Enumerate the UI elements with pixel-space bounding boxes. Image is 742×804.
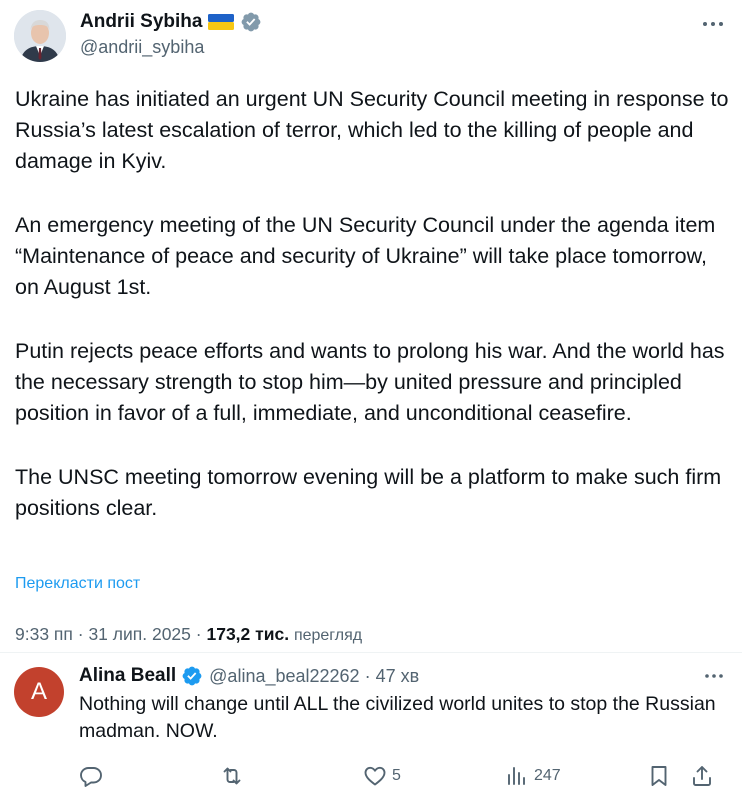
share-icon	[693, 766, 711, 786]
post-meta: 9:33 пп · 31 лип. 2025 · 173,2 тис. пере…	[15, 624, 362, 645]
author-handle[interactable]: @andrii_sybiha	[80, 37, 262, 58]
reply-header: Alina Beall @alina_beal22262 · 47 хв	[79, 663, 419, 689]
bar-chart-icon	[508, 767, 525, 785]
repost-icon	[223, 767, 241, 785]
views-label: перегляд	[293, 627, 363, 644]
meta-separator: ·	[77, 624, 84, 644]
translate-post-link[interactable]: Перекласти пост	[15, 575, 140, 593]
post-paragraph: An emergency meeting of the UN Security …	[15, 213, 716, 299]
author-name[interactable]: Andrii Sybiha	[80, 11, 202, 33]
views-count-reply: 247	[534, 767, 561, 784]
reply-time[interactable]: 47 хв	[376, 666, 420, 687]
more-horizontal-icon	[703, 22, 723, 26]
post-paragraph: The UNSC meeting tomorrow evening will b…	[15, 465, 722, 520]
bookmark-icon	[651, 766, 667, 786]
reply-author-name[interactable]: Alina Beall	[79, 665, 176, 687]
reply-avatar[interactable]: A	[14, 667, 64, 717]
author-avatar-image	[14, 10, 66, 62]
reply-action-bar: 5 247	[0, 761, 742, 793]
post-text: Ukraine has initiated an urgent UN Secur…	[15, 84, 729, 524]
post-date[interactable]: 31 лип. 2025	[88, 624, 190, 644]
share-button[interactable]	[690, 761, 714, 791]
author-avatar[interactable]	[14, 10, 66, 62]
reply[interactable]: A Alina Beall @alina_beal22262 · 47 хв N…	[0, 653, 742, 804]
ukraine-flag-icon	[208, 13, 235, 31]
heart-icon	[364, 766, 386, 786]
repost-button[interactable]	[220, 761, 244, 791]
like-count: 5	[392, 767, 401, 784]
verified-badge-icon[interactable]	[181, 665, 203, 687]
views-count[interactable]: 173,2 тис.	[206, 624, 289, 644]
reply-separator: ·	[364, 665, 371, 686]
reply-icon	[80, 767, 102, 787]
author-block: Andrii Sybiha @andrii_sybiha	[80, 10, 262, 58]
meta-separator: ·	[195, 624, 202, 644]
post-time[interactable]: 9:33 пп	[15, 624, 73, 644]
verified-badge-icon[interactable]	[240, 11, 262, 33]
reply-author-handle[interactable]: @alina_beal22262	[209, 666, 359, 687]
more-options-button[interactable]	[698, 12, 728, 36]
views-button[interactable]: 247	[505, 761, 561, 791]
reply-button[interactable]	[79, 761, 103, 791]
post-paragraph: Putin rejects peace efforts and wants to…	[15, 339, 725, 425]
post-paragraph: Ukraine has initiated an urgent UN Secur…	[15, 87, 729, 173]
bookmark-button[interactable]	[647, 761, 671, 791]
post-header: Andrii Sybiha @andrii_sybiha	[14, 10, 728, 64]
like-button[interactable]: 5	[363, 761, 401, 791]
reply-more-options-button[interactable]	[700, 665, 728, 687]
reply-text: Nothing will change until ALL the civili…	[79, 693, 716, 742]
author-name-row: Andrii Sybiha	[80, 10, 262, 34]
more-horizontal-icon	[705, 674, 723, 678]
